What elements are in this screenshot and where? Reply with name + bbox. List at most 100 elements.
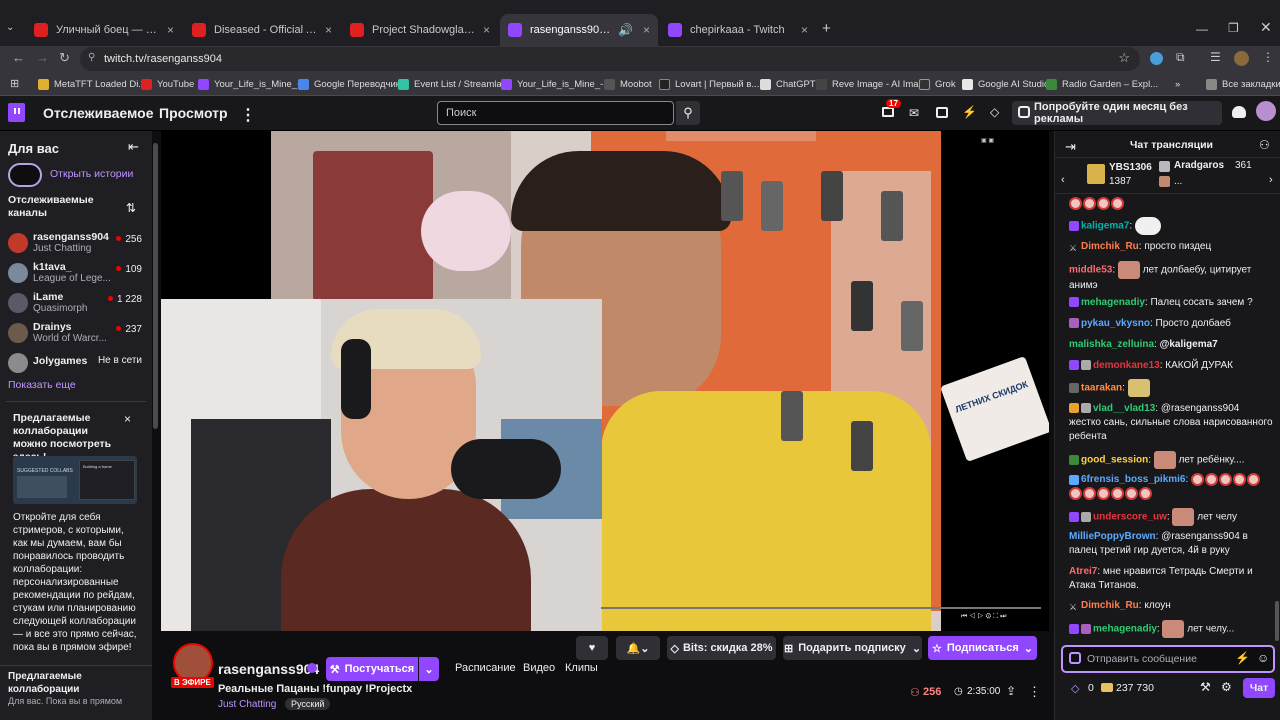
open-stories-link[interactable]: Открыть истории [50,168,133,180]
chat-username[interactable]: Dimchik_Ru [1081,600,1139,611]
bookmark-item[interactable]: Google AI Studio [962,76,1049,92]
follow-dropdown-icon[interactable]: ⌄ [419,657,439,681]
chat-username[interactable]: 6frensis_boss_pikmi6 [1081,474,1186,485]
chat-username[interactable]: mehagenadiy [1081,297,1145,308]
chat-settings-icon[interactable]: ⚙ [1221,680,1232,694]
sidebar-channel-rasenganss904[interactable]: rasenganss904 Just Chatting 256 [8,231,148,259]
video-player[interactable]: ЛЕТНИХ СКИДОК ⏮ ◁ ▷ ⚙ ⛶ ⏭ ▣ ▣ [161,131,1049,631]
chat-username[interactable]: good_session [1081,455,1148,466]
extension-icon[interactable] [1150,52,1163,65]
chat-username[interactable]: pykau_vkysno [1081,318,1150,329]
sidebar-channel-ilame[interactable]: iLame Quasimorph 1 228 [8,291,148,319]
tab-clips[interactable]: Клипы [565,662,598,674]
close-icon[interactable]: × [167,23,174,37]
search-icon[interactable]: ⚲ [676,101,700,125]
bookmark-item[interactable]: YouTube [141,76,194,92]
channel-points-icon[interactable] [1101,683,1113,692]
close-icon[interactable]: × [643,23,650,37]
show-more-link[interactable]: Показать еще [8,379,76,391]
tab-videos[interactable]: Видео [523,662,555,674]
gift-sub-button[interactable]: ⊞ Подарить подписку ⌄ [783,636,922,660]
chat-username[interactable]: malishka_zelluina [1069,339,1154,350]
sidebar-channel-k1tava[interactable]: k1tava_ League of Lege... 109 [8,261,148,289]
prime-icon[interactable]: ⚡ [962,105,977,119]
browser-tab-2[interactable]: Diseased - Official Announcem × [184,14,340,46]
notifications-bell-icon[interactable]: 🔔⌄ [616,636,660,660]
browser-tab-3[interactable]: Project Shadowglass | Gamepla × [342,14,498,46]
chat-username[interactable]: Atrei7 [1069,566,1097,577]
chat-users-icon[interactable]: ⚇ [1259,138,1270,152]
apps-grid-icon[interactable]: ⊞ [10,77,19,90]
sidebar-scrollbar[interactable] [152,131,159,720]
bookmark-item[interactable]: Moobot [604,76,652,92]
bookmark-item[interactable]: Lovart | Первый в... [659,76,759,92]
bookmark-item[interactable]: Your_Life_is_Mine_-... [501,76,611,92]
bits-icon[interactable]: ◇ [990,105,999,119]
window-close-button[interactable]: ✕ [1260,19,1272,36]
forward-icon[interactable]: → [36,50,49,65]
chat-scrollbar[interactable] [1275,601,1279,641]
bookmark-item[interactable]: ChatGPT [760,76,816,92]
bookmark-item[interactable]: Your_Life_is_Mine_-... [198,76,308,92]
maximize-button[interactable]: ❐ [1228,21,1239,35]
media-controls-icon[interactable]: ☰ [1210,50,1221,64]
tab-schedule[interactable]: Расписание [455,662,516,674]
new-tab-button[interactable]: + [822,20,831,37]
minimize-button[interactable]: — [1196,22,1208,36]
bookmark-item[interactable]: MetaTFT Loaded Di... [38,76,146,92]
browser-tab-1[interactable]: Уличный боец — Русский тре × [26,14,182,46]
stream-category[interactable]: Just Chatting [218,699,276,710]
chat-badge-icon[interactable] [1069,652,1081,664]
mail-icon[interactable]: ✉ [909,106,919,120]
collapse-sidebar-icon[interactable]: ⇤ [128,139,139,155]
user-avatar[interactable] [1256,101,1276,121]
bookmarks-overflow-icon[interactable]: » [1175,76,1180,92]
scrollbar-thumb[interactable] [153,143,158,429]
tab-search-icon[interactable]: ⌄ [6,22,20,36]
bits-discount-button[interactable]: ◇ Bits: скидка 28% [667,636,776,660]
ad-free-button[interactable]: Попробуйте один месяц без рекламы [1012,101,1222,125]
subscribe-button[interactable]: ☆ Подписаться ⌄ [928,636,1037,660]
close-icon[interactable]: × [124,412,131,426]
chat-username[interactable]: kaligema7 [1081,221,1129,232]
chat-username[interactable]: demonkane13 [1093,360,1160,371]
speaker-icon[interactable]: 🔊 [618,23,633,37]
whispers-icon[interactable] [936,107,948,118]
chat-username[interactable]: underscore_uw [1093,512,1167,523]
more-icon[interactable]: ⋮ [240,105,256,125]
heart-icon[interactable]: ♥ [576,636,608,660]
player-controls[interactable]: ⏮ ◁ ▷ ⚙ ⛶ ⏭ [961,613,1006,621]
share-icon[interactable]: ⇪ [1006,684,1016,698]
seek-bar[interactable] [601,607,1041,609]
emote-picker-icon[interactable]: ☺ [1257,651,1269,665]
back-icon[interactable]: ← [12,50,25,65]
all-bookmarks[interactable]: Все закладки [1206,76,1280,92]
stream-tag[interactable]: Русский [285,698,331,710]
leaderboard-next-icon[interactable]: › [1269,174,1273,186]
chat-username[interactable]: MilliePoppyBrown [1069,531,1156,542]
follow-button[interactable]: ⚒ Постучаться [326,657,418,681]
bookmark-item[interactable]: Reve Image - AI Ima... [816,76,927,92]
channel-name[interactable]: rasenganss904 [218,661,319,677]
browser-tab-4[interactable]: rasenganss904 - Twitch 🔊 × [500,14,658,46]
sidebar-channel-jolygames[interactable]: Jolygames Не в сети [8,351,148,379]
reload-icon[interactable]: ↻ [59,50,70,66]
cloud-icon[interactable] [1232,106,1246,118]
close-icon[interactable]: × [483,23,490,37]
nav-following[interactable]: Отслеживаемое [43,105,154,121]
search-input[interactable]: Поиск [437,101,674,125]
browser-menu-icon[interactable]: ⋮ [1262,50,1274,64]
bookmark-item[interactable]: Event List / Streamla... [398,76,510,92]
sidebar-channel-drainys[interactable]: Drainys World of Warcr... 237 [8,321,148,349]
more-options-icon[interactable]: ⋮ [1028,684,1041,700]
chat-username[interactable]: taarakan [1081,383,1122,394]
site-info-icon[interactable]: ⚲ [88,52,95,63]
collab-footer-title[interactable]: Предлагаемые коллаборации [8,670,108,696]
chat-username[interactable]: vlad__vlad13 [1093,403,1155,414]
browser-tab-5[interactable]: chepirkaaa - Twitch × [660,14,816,46]
nav-browse[interactable]: Просмотр [159,105,228,121]
bits-cheer-icon[interactable]: ⚡ [1235,651,1250,665]
close-icon[interactable]: × [801,23,808,37]
bookmark-star-icon[interactable]: ☆ [1118,50,1130,66]
sort-icon[interactable]: ⇅ [126,201,136,215]
